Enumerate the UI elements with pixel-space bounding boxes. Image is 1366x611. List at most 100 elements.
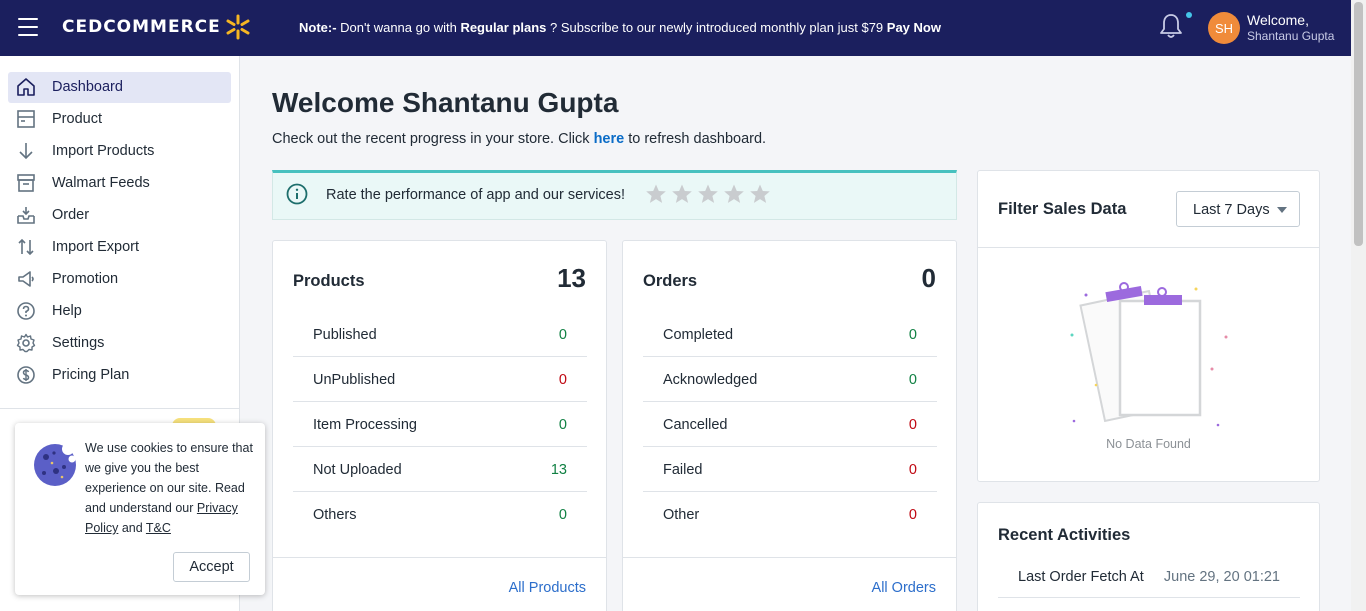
sidebar-item-import-products[interactable]: Import Products bbox=[8, 136, 231, 167]
product-icon bbox=[17, 110, 35, 128]
star-rating[interactable] bbox=[645, 183, 771, 205]
products-title: Products bbox=[293, 272, 365, 290]
star-icon[interactable] bbox=[723, 183, 745, 205]
card-divider bbox=[978, 247, 1319, 248]
row-label: Item Processing bbox=[313, 417, 417, 433]
row-value: 13 bbox=[550, 462, 567, 478]
avatar[interactable]: SH bbox=[1208, 12, 1240, 44]
table-row[interactable]: Other 0 bbox=[643, 492, 937, 537]
row-label: Acknowledged bbox=[663, 372, 758, 388]
hamburger-menu-icon[interactable] bbox=[18, 18, 38, 36]
sidebar-item-label: Walmart Feeds bbox=[52, 175, 150, 191]
recent-activities-card: Recent Activities Last Order Fetch At Ju… bbox=[977, 502, 1320, 611]
info-icon bbox=[286, 183, 308, 205]
logo-text: CEDCOMMERCE bbox=[62, 17, 221, 37]
sidebar-item-order[interactable]: Order bbox=[8, 200, 231, 231]
sidebar-item-pricing-plan[interactable]: Pricing Plan bbox=[8, 360, 231, 391]
row-value: 0 bbox=[908, 417, 917, 433]
filter-sales-card: Filter Sales Data Last 7 Days No Data Fo… bbox=[977, 170, 1320, 482]
sidebar-item-label: Pricing Plan bbox=[52, 367, 130, 383]
row-value: 0 bbox=[908, 372, 917, 388]
question-icon bbox=[17, 302, 35, 320]
terms-link[interactable]: T&C bbox=[146, 521, 171, 535]
page-subtitle: Check out the recent progress in your st… bbox=[272, 131, 766, 147]
bell-icon[interactable] bbox=[1158, 12, 1184, 40]
sidebar-item-label: Import Products bbox=[52, 143, 155, 159]
star-icon[interactable] bbox=[671, 183, 693, 205]
sidebar-item-label: Import Export bbox=[52, 239, 140, 255]
row-label: UnPublished bbox=[313, 372, 396, 388]
table-row[interactable]: Failed 0 bbox=[643, 447, 937, 492]
sidebar-item-label: Promotion bbox=[52, 271, 119, 287]
sidebar-item-walmart-feeds[interactable]: Walmart Feeds bbox=[8, 168, 231, 199]
sidebar-item-product[interactable]: Product bbox=[8, 104, 231, 135]
orders-count: 0 bbox=[921, 263, 936, 293]
notification-dot bbox=[1186, 12, 1192, 18]
row-label: Not Uploaded bbox=[313, 462, 402, 478]
sidebar-item-import-export[interactable]: Import Export bbox=[8, 232, 231, 263]
cedcommerce-logo[interactable]: CEDCOMMERCE bbox=[62, 14, 251, 40]
cookie-message: We use cookies to ensure that we give yo… bbox=[85, 438, 255, 538]
all-products-link[interactable]: All Products bbox=[509, 580, 586, 596]
row-value: 0 bbox=[908, 507, 917, 523]
row-label: Cancelled bbox=[663, 417, 728, 433]
rating-banner: Rate the performance of app and our serv… bbox=[272, 170, 957, 220]
table-row[interactable]: Completed 0 bbox=[643, 312, 937, 357]
row-label: Failed bbox=[663, 462, 703, 478]
date-range-value: Last 7 Days bbox=[1193, 202, 1270, 218]
transfer-icon bbox=[18, 238, 34, 256]
sidebar-item-label: Dashboard bbox=[52, 79, 123, 95]
table-row[interactable]: UnPublished 0 bbox=[293, 357, 587, 402]
sidebar-item-label: Product bbox=[52, 111, 102, 127]
accept-cookies-button[interactable]: Accept bbox=[173, 552, 250, 582]
sidebar-item-settings[interactable]: Settings bbox=[8, 328, 231, 359]
row-value: 0 bbox=[558, 372, 567, 388]
all-orders-link[interactable]: All Orders bbox=[872, 580, 936, 596]
inbox-icon bbox=[17, 207, 35, 224]
star-icon[interactable] bbox=[697, 183, 719, 205]
row-value: 0 bbox=[908, 462, 917, 478]
sidebar-item-promotion[interactable]: Promotion bbox=[8, 264, 231, 295]
scrollbar-thumb[interactable] bbox=[1354, 2, 1363, 246]
table-row[interactable]: Published 0 bbox=[293, 312, 587, 357]
row-value: 0 bbox=[558, 327, 567, 343]
orders-title: Orders bbox=[643, 272, 698, 290]
page-scrollbar[interactable] bbox=[1351, 0, 1366, 611]
star-icon[interactable] bbox=[645, 183, 667, 205]
card-divider bbox=[273, 557, 606, 558]
star-icon[interactable] bbox=[749, 183, 771, 205]
cookie-icon bbox=[34, 443, 76, 486]
note-prefix: Note:- bbox=[299, 20, 337, 35]
row-value: 0 bbox=[558, 417, 567, 433]
dollar-icon bbox=[17, 366, 35, 384]
table-row[interactable]: Others 0 bbox=[293, 492, 587, 537]
table-row[interactable]: Acknowledged 0 bbox=[643, 357, 937, 402]
table-row[interactable]: Cancelled 0 bbox=[643, 402, 937, 447]
home-icon bbox=[17, 78, 35, 96]
empty-clipboard-illustration bbox=[1070, 282, 1228, 427]
sidebar-item-dashboard[interactable]: Dashboard bbox=[8, 72, 231, 103]
table-row[interactable]: Not Uploaded 13 bbox=[293, 447, 587, 492]
cookie-consent-popup: We use cookies to ensure that we give yo… bbox=[15, 423, 265, 595]
refresh-link[interactable]: here bbox=[594, 131, 625, 147]
date-range-select[interactable]: Last 7 Days bbox=[1176, 191, 1300, 227]
orders-card: Orders 0 Completed 0 Acknowledged 0 Cancel… bbox=[622, 240, 957, 611]
arrow-down-icon bbox=[19, 143, 33, 160]
sidebar-item-label: Order bbox=[52, 207, 90, 223]
sidebar-item-label: Help bbox=[52, 303, 82, 319]
page-title: Welcome Shantanu Gupta bbox=[272, 87, 619, 118]
note-regular-plans: Regular plans bbox=[460, 20, 547, 35]
recent-activities-title: Recent Activities bbox=[998, 526, 1131, 544]
user-welcome[interactable]: Welcome, Shantanu Gupta bbox=[1247, 12, 1334, 44]
top-bar: CEDCOMMERCE Note:- Don't wanna go with R… bbox=[0, 0, 1366, 56]
sidebar-item-help[interactable]: Help bbox=[8, 296, 231, 327]
cookie-and-text: and bbox=[118, 521, 146, 535]
filter-sales-title: Filter Sales Data bbox=[998, 200, 1127, 218]
row-value: 0 bbox=[908, 327, 917, 343]
pay-now-link[interactable]: Pay Now bbox=[887, 20, 941, 35]
subtitle-text-1: Check out the recent progress in your st… bbox=[272, 131, 594, 147]
note-text-1: Don't wanna go with bbox=[336, 20, 461, 35]
table-row[interactable]: Item Processing 0 bbox=[293, 402, 587, 447]
row-label: Completed bbox=[663, 327, 734, 343]
row-label: Other bbox=[663, 507, 700, 523]
